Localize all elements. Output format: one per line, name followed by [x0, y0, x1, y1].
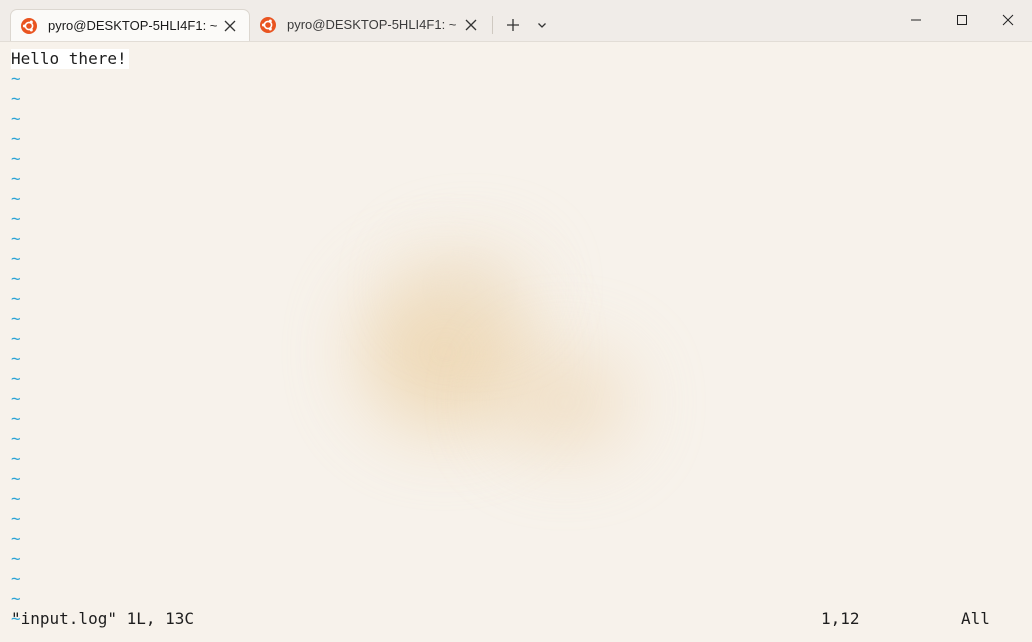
empty-line-marker: ~ [11, 529, 21, 548]
empty-line-marker: ~ [11, 449, 21, 468]
empty-line-marker: ~ [11, 189, 21, 208]
close-window-button[interactable] [985, 0, 1031, 40]
empty-line-marker: ~ [11, 249, 21, 268]
ubuntu-icon [260, 17, 276, 33]
tab-2[interactable]: pyro@DESKTOP-5HLI4F1: ~ [250, 9, 490, 41]
close-tab-2-icon[interactable] [464, 18, 478, 32]
background-blur [500, 352, 630, 452]
new-tab-button[interactable] [500, 13, 526, 37]
empty-line-marker: ~ [11, 589, 21, 608]
terminal-content[interactable]: Hello there! ~ ~ ~ ~ ~ ~ ~ ~ ~ ~ ~ ~ ~ ~ ~ ~ ~ ~ ~ ~ ~ ~ ~ ~ ~ ~ ~… [0, 42, 1032, 642]
chevron-down-icon [538, 23, 546, 28]
maximize-icon [957, 15, 967, 25]
ubuntu-icon [21, 18, 37, 34]
vim-buffer: Hello there! ~ ~ ~ ~ ~ ~ ~ ~ ~ ~ ~ ~ ~ ~ ~ ~ ~ ~ ~ ~ ~ ~ ~ ~ ~ ~ ~… [11, 49, 129, 629]
tab-dropdown-button[interactable] [530, 13, 554, 37]
tab-1[interactable]: pyro@DESKTOP-5HLI4F1: ~ [10, 9, 250, 41]
maximize-button[interactable] [939, 0, 985, 40]
empty-line-marker: ~ [11, 509, 21, 528]
vim-status-line: "input.log" 1L, 13C 1,12 All [11, 609, 1021, 629]
empty-line-marker: ~ [11, 409, 21, 428]
plus-icon [507, 19, 519, 31]
close-icon [1002, 14, 1014, 26]
close-tab-1-icon[interactable] [223, 19, 237, 33]
empty-line-marker: ~ [11, 389, 21, 408]
background-blur [410, 252, 530, 322]
empty-line-marker: ~ [11, 469, 21, 488]
empty-line-marker: ~ [11, 429, 21, 448]
minimize-icon [911, 19, 921, 21]
empty-line-marker: ~ [11, 569, 21, 588]
empty-line-marker: ~ [11, 129, 21, 148]
minimize-button[interactable] [893, 0, 939, 40]
empty-line-marker: ~ [11, 229, 21, 248]
empty-line-marker: ~ [11, 549, 21, 568]
empty-line-marker: ~ [11, 149, 21, 168]
tab-divider [492, 16, 493, 34]
empty-line-marker: ~ [11, 369, 21, 388]
tab-1-title: pyro@DESKTOP-5HLI4F1: ~ [48, 18, 218, 33]
empty-line-marker: ~ [11, 109, 21, 128]
empty-line-marker: ~ [11, 349, 21, 368]
empty-line-marker: ~ [11, 89, 21, 108]
terminal-window: pyro@DESKTOP-5HLI4F1: ~ pyro@DESKTOP-5HL… [0, 0, 1032, 642]
buffer-line: Hello there! [11, 49, 129, 69]
empty-line-marker: ~ [11, 309, 21, 328]
empty-line-marker: ~ [11, 69, 21, 88]
scroll-position: All [961, 609, 990, 628]
empty-lines: ~ ~ ~ ~ ~ ~ ~ ~ ~ ~ ~ ~ ~ ~ ~ ~ ~ ~ ~ ~ ~ ~ ~ ~ ~ ~ ~ ~ [11, 69, 129, 629]
file-info: "input.log" 1L, 13C [11, 609, 195, 628]
empty-line-marker: ~ [11, 289, 21, 308]
empty-line-marker: ~ [11, 269, 21, 288]
tab-2-title: pyro@DESKTOP-5HLI4F1: ~ [287, 17, 457, 32]
empty-line-marker: ~ [11, 489, 21, 508]
empty-line-marker: ~ [11, 209, 21, 228]
empty-line-marker: ~ [11, 169, 21, 188]
empty-line-marker: ~ [11, 329, 21, 348]
cursor-position: 1,12 [821, 609, 860, 628]
title-bar: pyro@DESKTOP-5HLI4F1: ~ pyro@DESKTOP-5HL… [0, 0, 1032, 42]
